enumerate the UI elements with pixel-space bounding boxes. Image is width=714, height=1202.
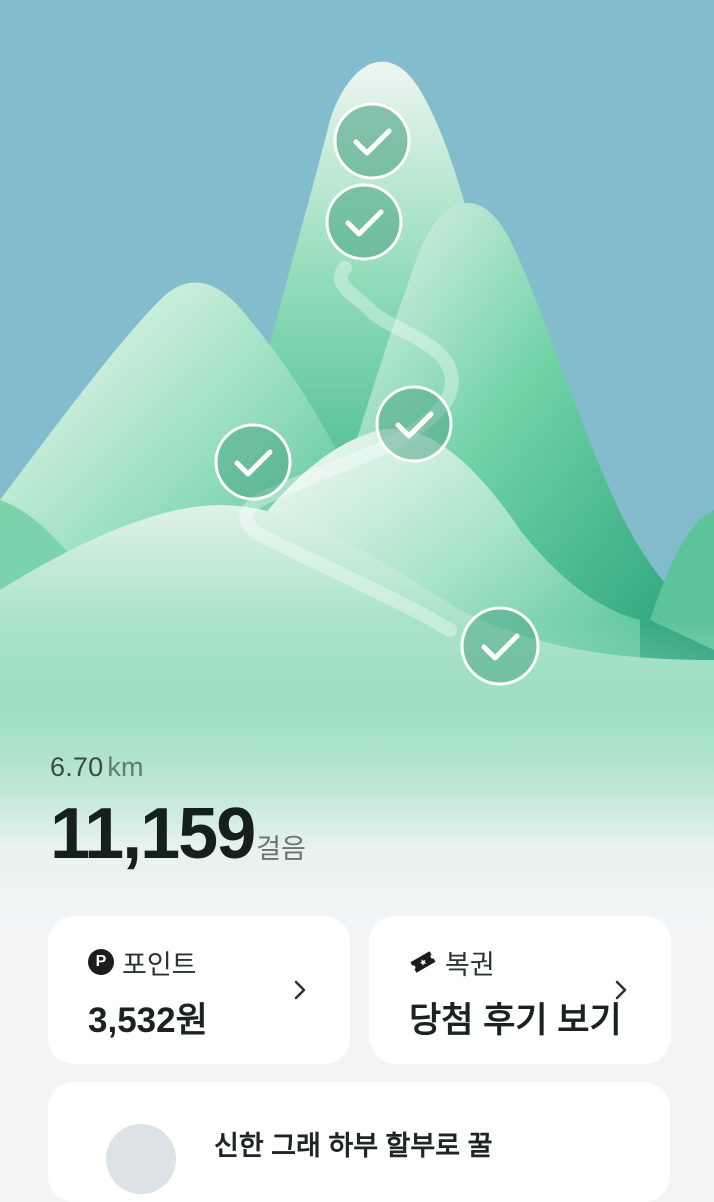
points-label: 포인트 [122, 949, 197, 980]
chevron-right-icon [294, 980, 306, 1000]
checkpoint-check-icon [325, 183, 403, 261]
distance-unit: km [107, 752, 144, 782]
checkpoint-check-icon [460, 606, 540, 686]
promo-text: 신한 그래 하부 할부로 꿀 [214, 1131, 493, 1161]
chevron-right-icon [615, 980, 627, 1000]
points-icon: P [88, 949, 114, 975]
distance-readout: 6.70 km [50, 752, 306, 783]
promo-avatar [106, 1124, 176, 1194]
lottery-label: 복권 [445, 949, 495, 980]
lottery-card[interactable]: 복권 당첨 후기 보기 [369, 916, 671, 1064]
promo-card[interactable]: 신한 그래 하부 할부로 꿀 [48, 1082, 670, 1202]
checkpoint-check-icon [333, 102, 411, 180]
distance-value: 6.70 [50, 752, 104, 782]
step-count: 11,159 [50, 794, 256, 874]
ticket-icon [410, 951, 436, 973]
step-unit: 걸음 [256, 834, 306, 864]
points-card[interactable]: P 포인트 3,532원 [48, 916, 350, 1064]
checkpoint-check-icon [214, 423, 292, 501]
steps-readout: 11,159걸음 [50, 793, 306, 875]
walk-stats: 6.70 km 11,159걸음 [50, 752, 306, 875]
checkpoint-check-icon [375, 385, 453, 463]
